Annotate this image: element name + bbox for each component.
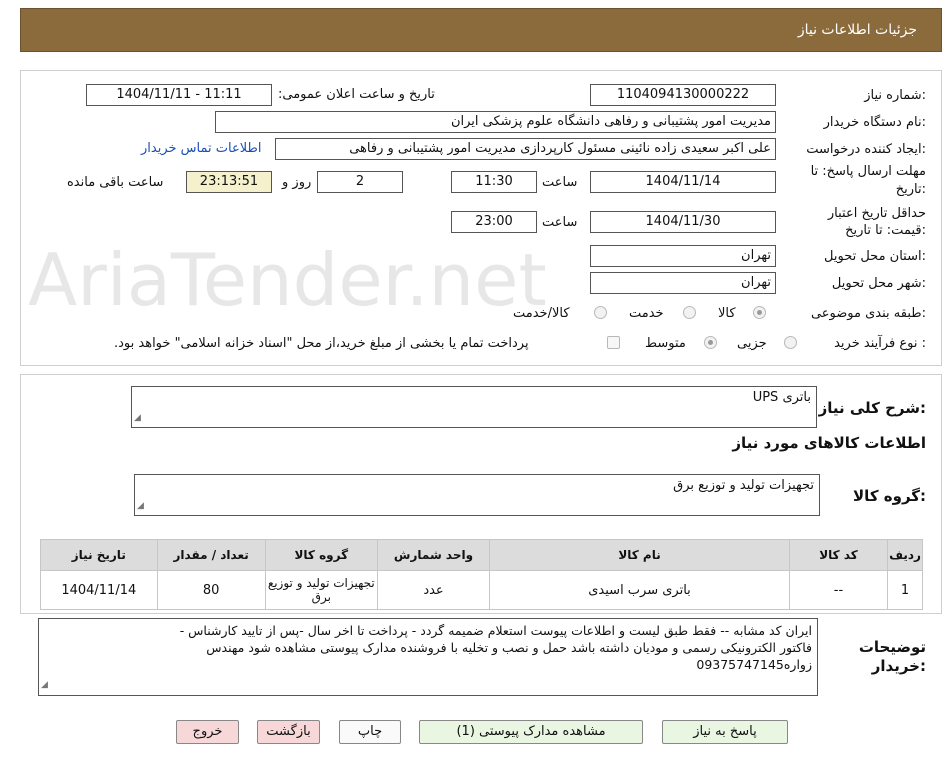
deadline-label: مهلت ارسال پاسخ: تا (810, 164, 926, 179)
print-button[interactable]: چاپ (339, 720, 401, 744)
validity-label: حداقل تاریخ اعتبار (827, 206, 926, 221)
deadline-date-field: 1404/11/14 (590, 171, 776, 193)
buyer-org-label: نام دستگاه خریدار: (823, 115, 926, 130)
announce-label: تاریخ و ساعت اعلان عمومی: (278, 87, 435, 102)
buyer-contact-link[interactable]: اطلاعات تماس خریدار (141, 141, 261, 156)
validity-date-field: 1404/11/30 (590, 211, 776, 233)
category-option-service: خدمت (629, 306, 664, 321)
goods-info-title: اطلاعات کالاهای مورد نیاز (732, 434, 926, 452)
need-number-label: شماره نیاز: (864, 88, 926, 103)
treasury-payment-checkbox[interactable] (607, 336, 620, 349)
resize-grip-icon[interactable]: ◢ (134, 410, 141, 426)
col-row: ردیف (887, 539, 923, 571)
category-label: طبقه بندی موضوعی: (810, 306, 926, 321)
category-option-goods: کالا (718, 306, 736, 321)
cell-group: تجهیزات تولید و توزیع برق (264, 570, 378, 610)
col-unit: واحد شمارش (376, 539, 491, 571)
province-label: استان محل تحویل: (824, 249, 926, 264)
exit-button[interactable]: خروج (176, 720, 239, 744)
goods-table: ردیف کد کالا نام کالا واحد شمارش گروه کا… (40, 539, 923, 610)
days-label: روز و (282, 175, 312, 190)
cell-row: 1 (887, 570, 923, 610)
days-field: 2 (317, 171, 403, 193)
cell-date: 1404/11/14 (40, 570, 158, 610)
city-label: شهر محل تحویل: (831, 276, 926, 291)
col-code: کد کالا (788, 539, 889, 571)
treasury-payment-note: پرداخت تمام یا بخشی از مبلغ خرید،از محل … (114, 336, 529, 351)
cell-name: باتری سرب اسیدی (489, 570, 790, 610)
deadline-time-label: ساعت (542, 175, 578, 190)
validity-time-field: 23:00 (451, 211, 537, 233)
goods-group-label: گروه کالا: (853, 487, 926, 505)
table-row: 1 -- باتری سرب اسیدی عدد تجهیزات تولید و… (40, 570, 923, 610)
page-title: جزئیات اطلاعات نیاز (797, 22, 917, 38)
province-field: تهران (590, 245, 776, 267)
col-name: نام کالا (489, 539, 790, 571)
process-label: نوع فرآیند خرید : (834, 336, 926, 351)
category-radio-service[interactable] (683, 306, 696, 319)
notes-textarea: ایران کد مشابه -- فقط طبق لیست و اطلاعات… (38, 618, 818, 696)
reply-button[interactable]: پاسخ به نیاز (662, 720, 788, 744)
remaining-label: ساعت باقی مانده (67, 175, 164, 190)
resize-grip-icon[interactable]: ◢ (41, 677, 48, 694)
category-radio-goods-service[interactable] (594, 306, 607, 319)
cell-code: -- (788, 570, 889, 610)
validity-label-2: قیمت: تا تاریخ: (845, 223, 926, 238)
summary-textarea: باتری UPS ◢ (131, 386, 817, 428)
need-number-field: 1104094130000222 (590, 84, 776, 106)
category-option-goods-service: کالا/خدمت (513, 306, 570, 321)
notes-label-2: خریدار: (871, 657, 926, 675)
col-group: گروه کالا (264, 539, 378, 571)
notes-line-1: ایران کد مشابه -- فقط طبق لیست و اطلاعات… (179, 623, 812, 638)
announce-field: 1404/11/11 - 11:11 (86, 84, 272, 106)
buyer-org-field: مدیریت امور پشتیبانی و رفاهی دانشگاه علو… (215, 111, 776, 133)
resize-grip-icon[interactable]: ◢ (137, 498, 144, 514)
cell-quantity: 80 (156, 570, 266, 610)
notes-label: توضیحات (858, 638, 926, 656)
process-radio-medium[interactable] (704, 336, 717, 349)
view-attachments-button[interactable]: مشاهده مدارک پیوستی (1) (419, 720, 643, 744)
notes-line-3: زواره09375747145 (696, 657, 812, 672)
col-quantity: تعداد / مقدار (156, 539, 266, 571)
requester-label: ایجاد کننده درخواست: (806, 142, 926, 157)
requester-field: علی اکبر سعیدی زاده نائینی مسئول کارپردا… (275, 138, 776, 160)
goods-group-textarea: تجهیزات تولید و توزیع برق ◢ (134, 474, 820, 516)
remaining-time-field: 23:13:51 (186, 171, 272, 193)
goods-group-text: تجهیزات تولید و توزیع برق (673, 478, 814, 493)
process-radio-minor[interactable] (784, 336, 797, 349)
notes-line-2: فاکتور الکترونیکی رسمی و مودیان داشته با… (206, 640, 812, 655)
validity-time-label: ساعت (542, 215, 578, 230)
deadline-time-field: 11:30 (451, 171, 537, 193)
process-option-minor: جزیی (737, 336, 767, 351)
summary-text: باتری UPS (752, 390, 811, 405)
category-radio-goods[interactable] (753, 306, 766, 319)
cell-unit: عدد (376, 570, 491, 610)
summary-label: شرح کلی نیاز: (818, 399, 926, 417)
watermark-logo: AriaTender.net (28, 238, 547, 322)
page-header: جزئیات اطلاعات نیاز (20, 8, 942, 52)
deadline-label-2: تاریخ: (895, 182, 926, 197)
goods-table-header: ردیف کد کالا نام کالا واحد شمارش گروه کا… (40, 539, 923, 571)
city-field: تهران (590, 272, 776, 294)
col-date: تاریخ نیاز (40, 539, 158, 571)
back-button[interactable]: بازگشت (257, 720, 320, 744)
process-option-medium: متوسط (645, 336, 686, 351)
